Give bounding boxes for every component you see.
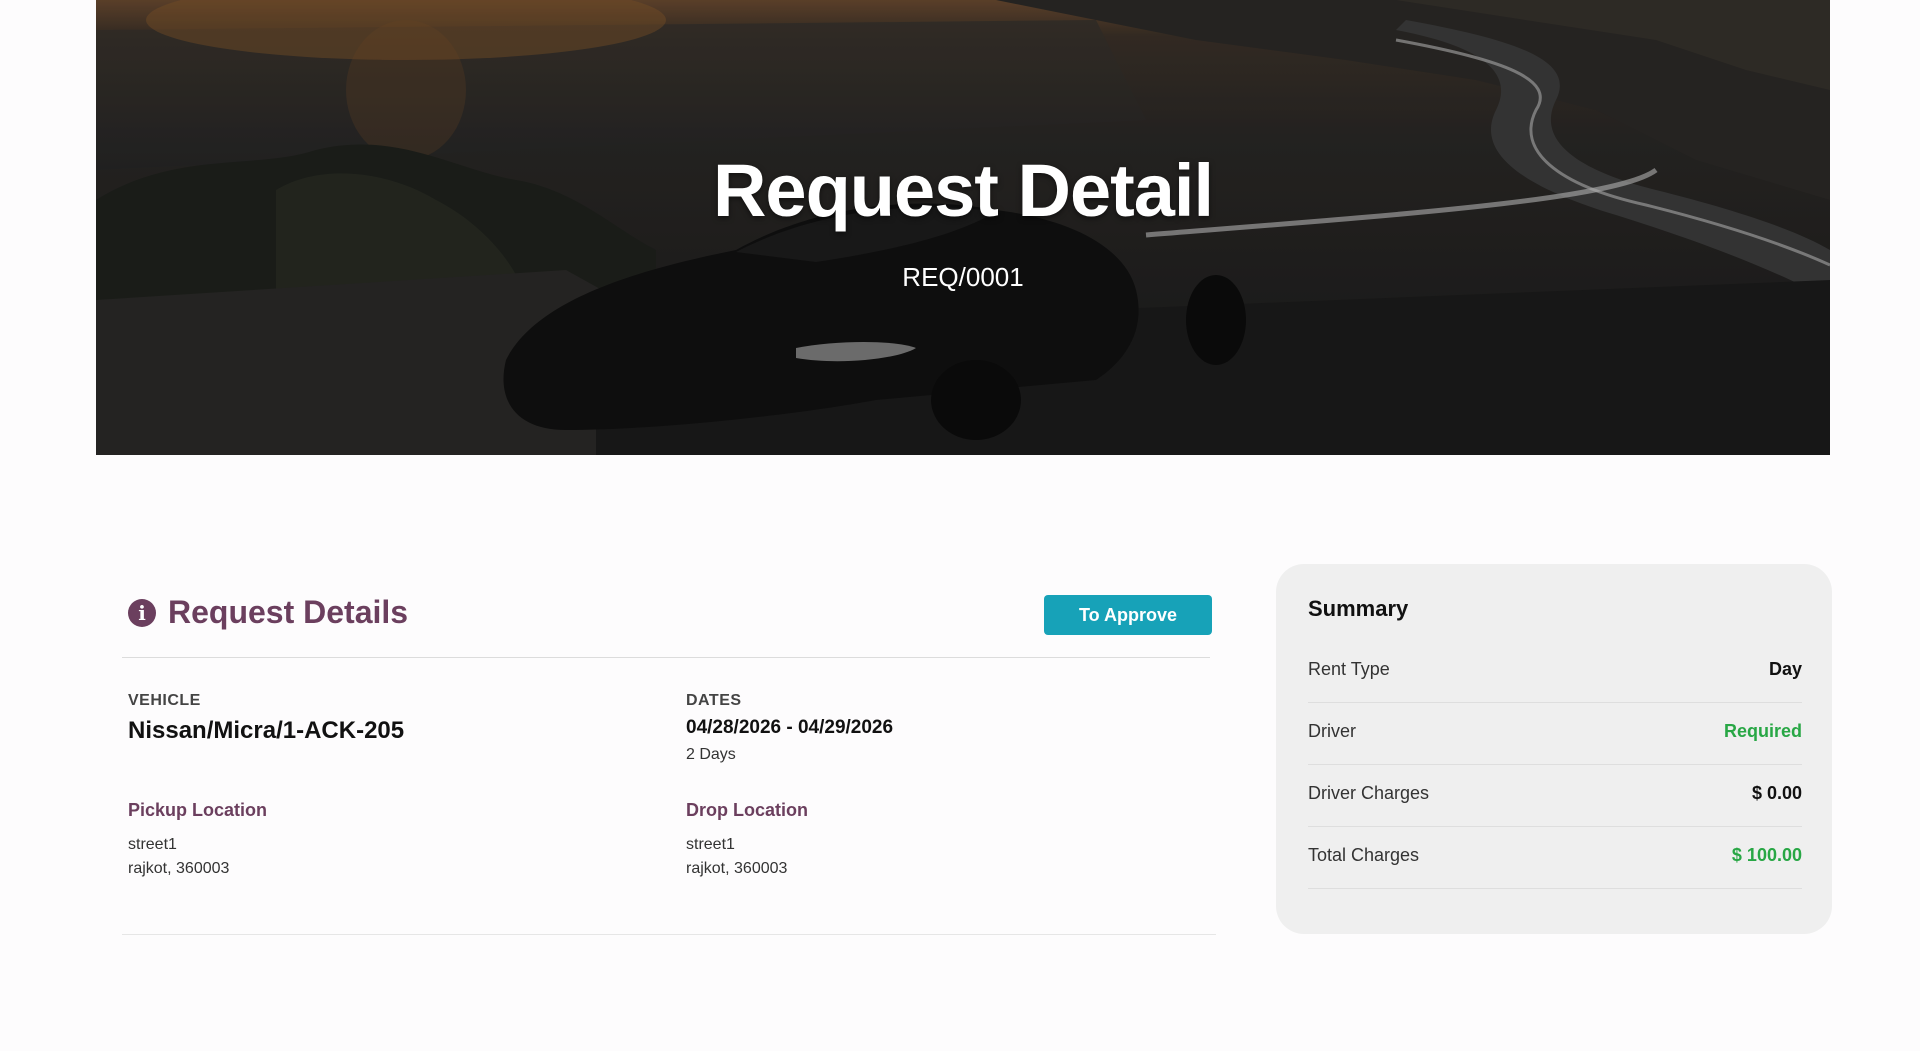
details-header: i Request Details To Approve: [122, 560, 1212, 658]
summary-key: Total Charges: [1308, 845, 1420, 865]
drop-location-title: Drop Location: [686, 800, 808, 820]
summary-row-driver: Driver Required: [1308, 702, 1802, 765]
summary-row-rent-type: Rent Type Day: [1308, 640, 1802, 703]
summary-value: Required: [1723, 721, 1802, 741]
details-title: Request Details: [168, 594, 409, 630]
drop-city-zip: rajkot, 360003: [686, 860, 788, 877]
drop-street: street1: [686, 836, 735, 853]
pickup-street: street1: [128, 836, 177, 853]
summary-key: Driver: [1308, 721, 1356, 741]
status-to-approve-button[interactable]: To Approve: [1044, 595, 1212, 635]
summary-row-total-charges: Total Charges $ 100.00: [1308, 826, 1802, 889]
page-title: Request Detail: [712, 149, 1214, 232]
summary-value: $ 0.00: [1751, 783, 1802, 803]
pickup-city-zip: rajkot, 360003: [128, 860, 230, 877]
dates-label: DATES: [686, 692, 742, 709]
pickup-location-title: Pickup Location: [128, 800, 268, 820]
request-reference: REQ/0001: [902, 262, 1024, 292]
summary-card: Summary Rent Type Day Driver Required Dr…: [1276, 564, 1832, 934]
summary-value: $ 100.00: [1731, 845, 1802, 865]
vehicle-value: Nissan/Micra/1-ACK-205: [128, 717, 405, 744]
summary-value: Day: [1768, 659, 1802, 679]
duration-text: 2 Days: [686, 746, 736, 763]
vehicle-label: VEHICLE: [128, 692, 201, 709]
summary-row-driver-charges: Driver Charges $ 0.00: [1308, 764, 1802, 827]
page: Request Detail REQ/0001 i Request Detail…: [0, 0, 1920, 1051]
summary-key: Driver Charges: [1308, 783, 1430, 803]
summary-key: Rent Type: [1308, 659, 1390, 679]
summary-title: Summary: [1308, 596, 1409, 621]
dates-value: 04/28/2026 - 04/29/2026: [686, 717, 894, 738]
request-details-card: i Request Details To Approve VEHICLE Nis…: [122, 560, 1216, 935]
hero-banner: Request Detail REQ/0001: [96, 0, 1830, 455]
info-circle-icon: i: [128, 599, 156, 627]
